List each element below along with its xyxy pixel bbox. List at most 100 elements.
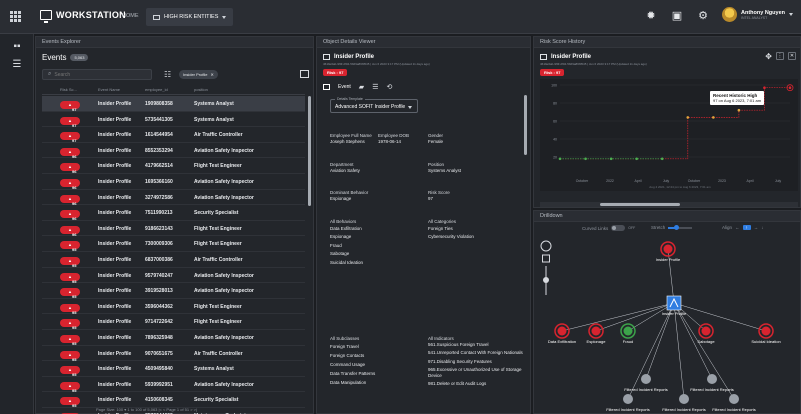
table-row[interactable]: ▲ 95 Insider Profile 3596044362 Flight T… <box>42 299 305 315</box>
arrow-left-icon[interactable]: ← <box>735 225 740 230</box>
cell-employee-id: 6837000386 <box>145 256 173 263</box>
move-icon[interactable]: ✥ <box>765 52 772 61</box>
arrow-down-icon[interactable]: ↓ <box>761 225 763 230</box>
close-icon[interactable]: ✕ <box>210 72 213 77</box>
risk-history-panel: Risk Score History Insider Profile 4619e… <box>533 36 801 208</box>
close-icon[interactable]: ✕ <box>788 52 796 60</box>
cell-employee-id: 1909808358 <box>145 101 173 107</box>
event-label[interactable]: Event <box>338 84 351 90</box>
columns-icon[interactable] <box>300 70 309 78</box>
table-row[interactable]: ▲ 95 Insider Profile 7896325948 Aviation… <box>42 330 305 346</box>
gear-icon[interactable]: ⚙ <box>697 10 709 22</box>
notebook-icon[interactable]: ▣ <box>671 10 683 22</box>
tab-home[interactable]: HOME <box>122 13 139 19</box>
table-row[interactable]: ▲ 96 Insider Profile 3274972586 Aviation… <box>42 190 305 206</box>
scrollbar[interactable] <box>524 95 527 155</box>
tab-high-risk-entities[interactable]: HIGH RISK ENTITIES <box>146 8 234 26</box>
cell-position: Security Specialist <box>194 397 239 404</box>
field-employee-name: Employee Full Name Joseph Stephens <box>330 133 375 144</box>
cell-position: Aviation Safety Inspector <box>194 194 254 201</box>
field-all-subclasses: All Subclasses Foreign Travel Foreign Con… <box>330 336 375 387</box>
arrow-right-icon[interactable]: → <box>754 225 759 230</box>
table-row[interactable]: ▲ 95 Insider Profile 9579740247 Aviation… <box>42 268 305 284</box>
table-row[interactable]: ▲ 95 Insider Profile 7300009306 Flight T… <box>42 236 305 252</box>
cell-employee-id: 8552353294 <box>145 147 173 154</box>
chart-tooltip: Recent Historic High 97 on Aug 6 2023, 7… <box>710 91 765 105</box>
list-item: 541.Unreported Contact With Foreign Nati… <box>428 350 523 355</box>
field-value: Joseph Stephens <box>330 138 365 144</box>
filter-icon[interactable]: ☷ <box>164 70 171 79</box>
cell-employee-id: 7896325948 <box>145 334 173 341</box>
object-details-panel: Object Details Viewer Insider Profile 46… <box>316 36 531 414</box>
risk-badge: ▲ 95 <box>60 319 80 330</box>
col-position[interactable]: position <box>194 87 208 92</box>
table-row[interactable]: ▲ 95 Insider Profile 4150608345 Security… <box>42 392 305 408</box>
dashboard-icon[interactable]: ▪▪ <box>12 42 22 52</box>
curved-links-toggle[interactable]: Curved Links OFF <box>582 225 635 231</box>
pager[interactable]: Page Size: 100 ▾ 1 to 100 of 5,063 |< < … <box>96 407 197 412</box>
col-risk[interactable]: Risk Sc... <box>60 87 77 92</box>
calendar-icon[interactable] <box>323 84 330 90</box>
chart-range-scrollbar[interactable] <box>540 202 798 207</box>
col-employee-id[interactable]: employee_id <box>145 87 168 92</box>
align-controls[interactable]: Align ← ↑ → ↓ <box>722 225 764 230</box>
y-tick-label: 80 <box>553 102 557 106</box>
folder-icon[interactable]: ▰ <box>359 83 364 91</box>
cell-event-name: Insider Profile <box>98 147 132 154</box>
table-row[interactable]: ▲ 96 Insider Profile 7511990213 Security… <box>42 205 305 221</box>
graph-node-label: Filtered Incident Reports <box>624 387 668 392</box>
risk-chart[interactable]: 100 80 60 40 20 October 2022 April July October 20… <box>540 79 798 191</box>
risk-badge: ▲ 95 <box>60 350 80 362</box>
field-value-list: Data Exfiltration Espionage Fraud Sabotage S… <box>330 225 363 268</box>
bug-icon[interactable]: ✹ <box>645 10 657 22</box>
cell-position: Flight Test Engineer <box>194 163 242 170</box>
list-item: Sabotage <box>330 251 350 256</box>
table-row[interactable]: ▲ 96 Insider Profile 1695366160 Aviation… <box>42 174 305 190</box>
slider-track[interactable] <box>668 224 693 230</box>
table-row[interactable]: ▲ 97 Insider Profile 5735441305 Systems … <box>42 112 305 128</box>
risk-badge: ▲ 96 <box>60 194 80 206</box>
align-active-button[interactable]: ↑ <box>742 225 751 230</box>
table-row[interactable]: ▲ 96 Insider Profile 8552353294 Aviation… <box>42 143 305 159</box>
table-row[interactable]: ▲ 95 Insider Profile 9714722642 Flight T… <box>42 314 305 330</box>
stretch-slider[interactable]: Stretch <box>651 224 693 230</box>
filter-chip[interactable]: Insider Profile ✕ <box>179 70 218 79</box>
template-value: Advanced SOFIT Insider Profile <box>335 104 406 110</box>
list-item: Command Usage <box>330 361 366 367</box>
table-row[interactable]: ▲ 95 Insider Profile 6837000386 Air Traf… <box>42 252 305 268</box>
table-row[interactable]: ▲ 95 Insider Profile 9070651675 Air Traf… <box>42 346 305 362</box>
calendar-icon <box>540 54 547 60</box>
sliders-icon[interactable]: ☰ <box>12 60 22 70</box>
user-menu[interactable]: Anthony Nguyen INTEL ANALYST <box>722 7 793 22</box>
details-template-select[interactable]: Details Template Advanced SOFIT Insider … <box>330 97 418 113</box>
panel-header: Drilldown <box>534 211 800 222</box>
table-row[interactable]: ▲ 96 Insider Profile 9186623143 Flight T… <box>42 221 305 237</box>
cell-employee-id: 4150608345 <box>145 397 173 404</box>
cell-employee-id: 9579740247 <box>145 272 173 279</box>
cell-employee-id: 3596044362 <box>145 303 173 310</box>
app-launcher-icon[interactable] <box>10 11 21 22</box>
list-icon[interactable]: ☰ <box>372 83 378 91</box>
y-tick-label: 60 <box>553 120 557 124</box>
table-row[interactable]: ▲ 97 Insider Profile 1614544954 Air Traf… <box>42 127 305 143</box>
panel-header: Risk Score History <box>534 37 800 48</box>
app-brand[interactable]: WORKSTATION <box>40 10 126 23</box>
toggle-switch[interactable] <box>611 225 626 231</box>
search-input[interactable] <box>54 71 145 78</box>
cell-employee-id: 3919528013 <box>145 288 173 295</box>
left-rail: ▪▪ ☰ <box>0 34 34 414</box>
table-row[interactable]: ▲ 95 Insider Profile 4509495840 Systems … <box>42 361 305 377</box>
more-icon[interactable]: ⋮ <box>776 52 784 60</box>
history-icon[interactable]: ⟲ <box>386 83 392 91</box>
col-event-name[interactable]: Event Name <box>98 87 120 92</box>
table-row[interactable]: ▲ 95 Insider Profile 3919528013 Aviation… <box>42 283 305 299</box>
data-point <box>609 157 613 161</box>
x-tick-label: 2023 <box>718 179 726 183</box>
table-row[interactable]: ▲ 95 Insider Profile 5939992951 Aviation… <box>42 377 305 393</box>
table-row[interactable]: ▲ 96 Insider Profile 4179662514 Flight T… <box>42 158 305 174</box>
cell-event-name: Insider Profile <box>98 397 132 404</box>
table-row[interactable]: ▲ 97 Insider Profile 1909808358 Systems … <box>42 96 305 112</box>
risk-badge: ▲ 97 <box>60 116 80 128</box>
search-box[interactable]: ⌕ <box>42 69 152 80</box>
scrollbar[interactable] <box>308 96 311 206</box>
